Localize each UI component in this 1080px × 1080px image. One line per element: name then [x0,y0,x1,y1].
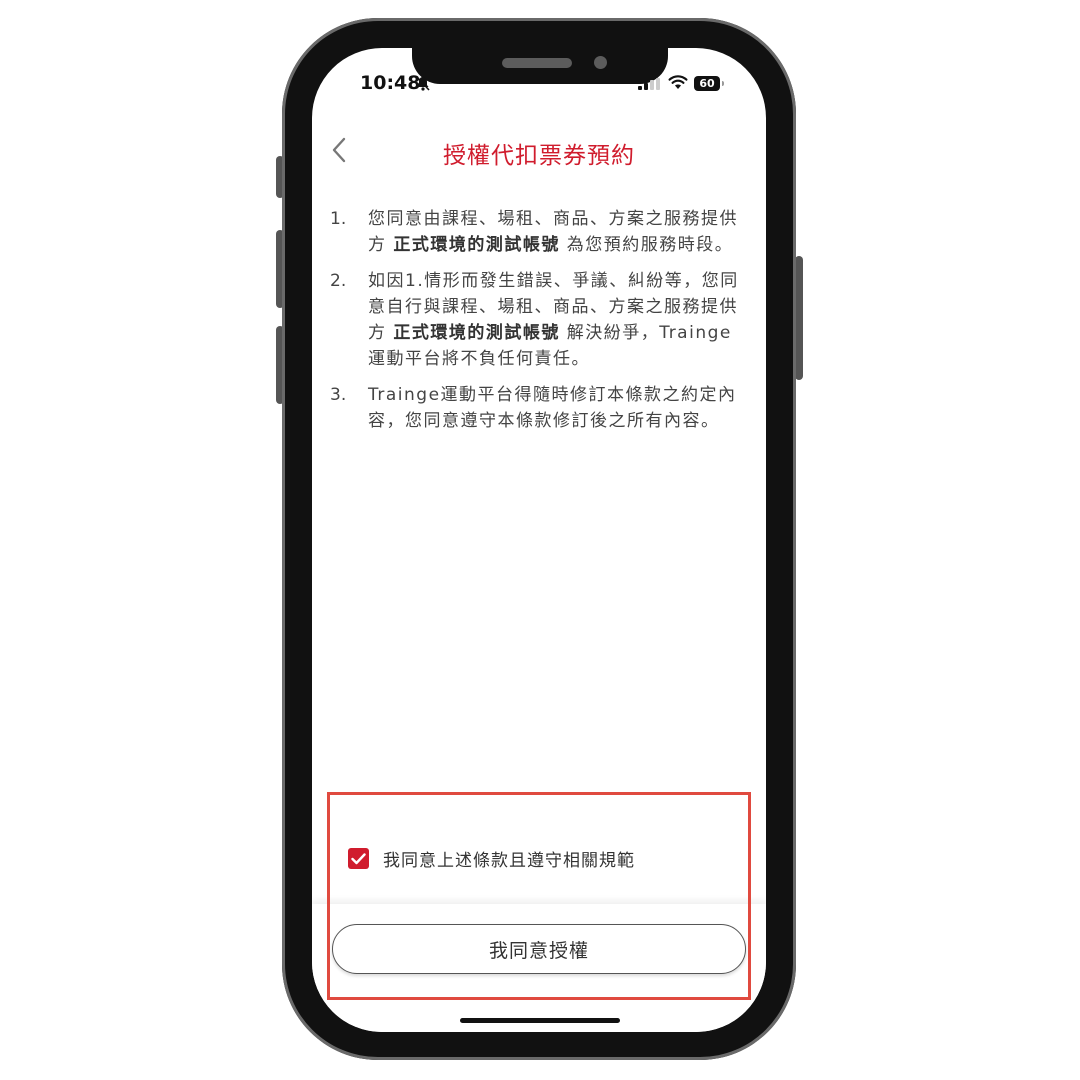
speaker [502,58,572,68]
battery-icon: 60 [694,76,724,91]
camera [594,56,607,69]
term-number: 3. [330,385,347,405]
home-indicator[interactable] [460,1018,620,1023]
term-text: 您同意由課程、場租、商品、方案之服務提供方 正式環境的測試帳號 為您預約服務時段… [368,209,738,255]
terms-list: 1. 您同意由課程、場租、商品、方案之服務提供方 正式環境的測試帳號 為您預約服… [330,206,750,444]
provider-name: 正式環境的測試帳號 [393,323,560,343]
term-item: 3. Trainge運動平台得隨時修訂本條款之約定內容，您同意遵守本條款修訂後之… [330,382,750,434]
term-item: 1. 您同意由課程、場租、商品、方案之服務提供方 正式環境的測試帳號 為您預約服… [330,206,750,258]
page-title: 授權代扣票券預約 [443,143,635,169]
term-number: 1. [330,209,347,229]
status-time: 10:48 [360,72,421,94]
notch [412,48,668,84]
provider-name: 正式環境的測試帳號 [393,235,560,255]
highlight-annotation-box [327,792,751,1000]
wifi-icon [668,75,688,89]
term-item: 2. 如因1.情形而發生錯誤、爭議、糾紛等，您同意自行與課程、場租、商品、方案之… [330,268,750,372]
term-text: Trainge運動平台得隨時修訂本條款之約定內容，您同意遵守本條款修訂後之所有內… [368,385,737,431]
term-text: 如因1.情形而發生錯誤、爭議、糾紛等，您同意自行與課程、場租、商品、方案之服務提… [368,271,739,369]
bell-off-icon [416,76,430,91]
term-number: 2. [330,271,347,291]
power-button [795,256,803,380]
signal-icon [638,78,660,90]
